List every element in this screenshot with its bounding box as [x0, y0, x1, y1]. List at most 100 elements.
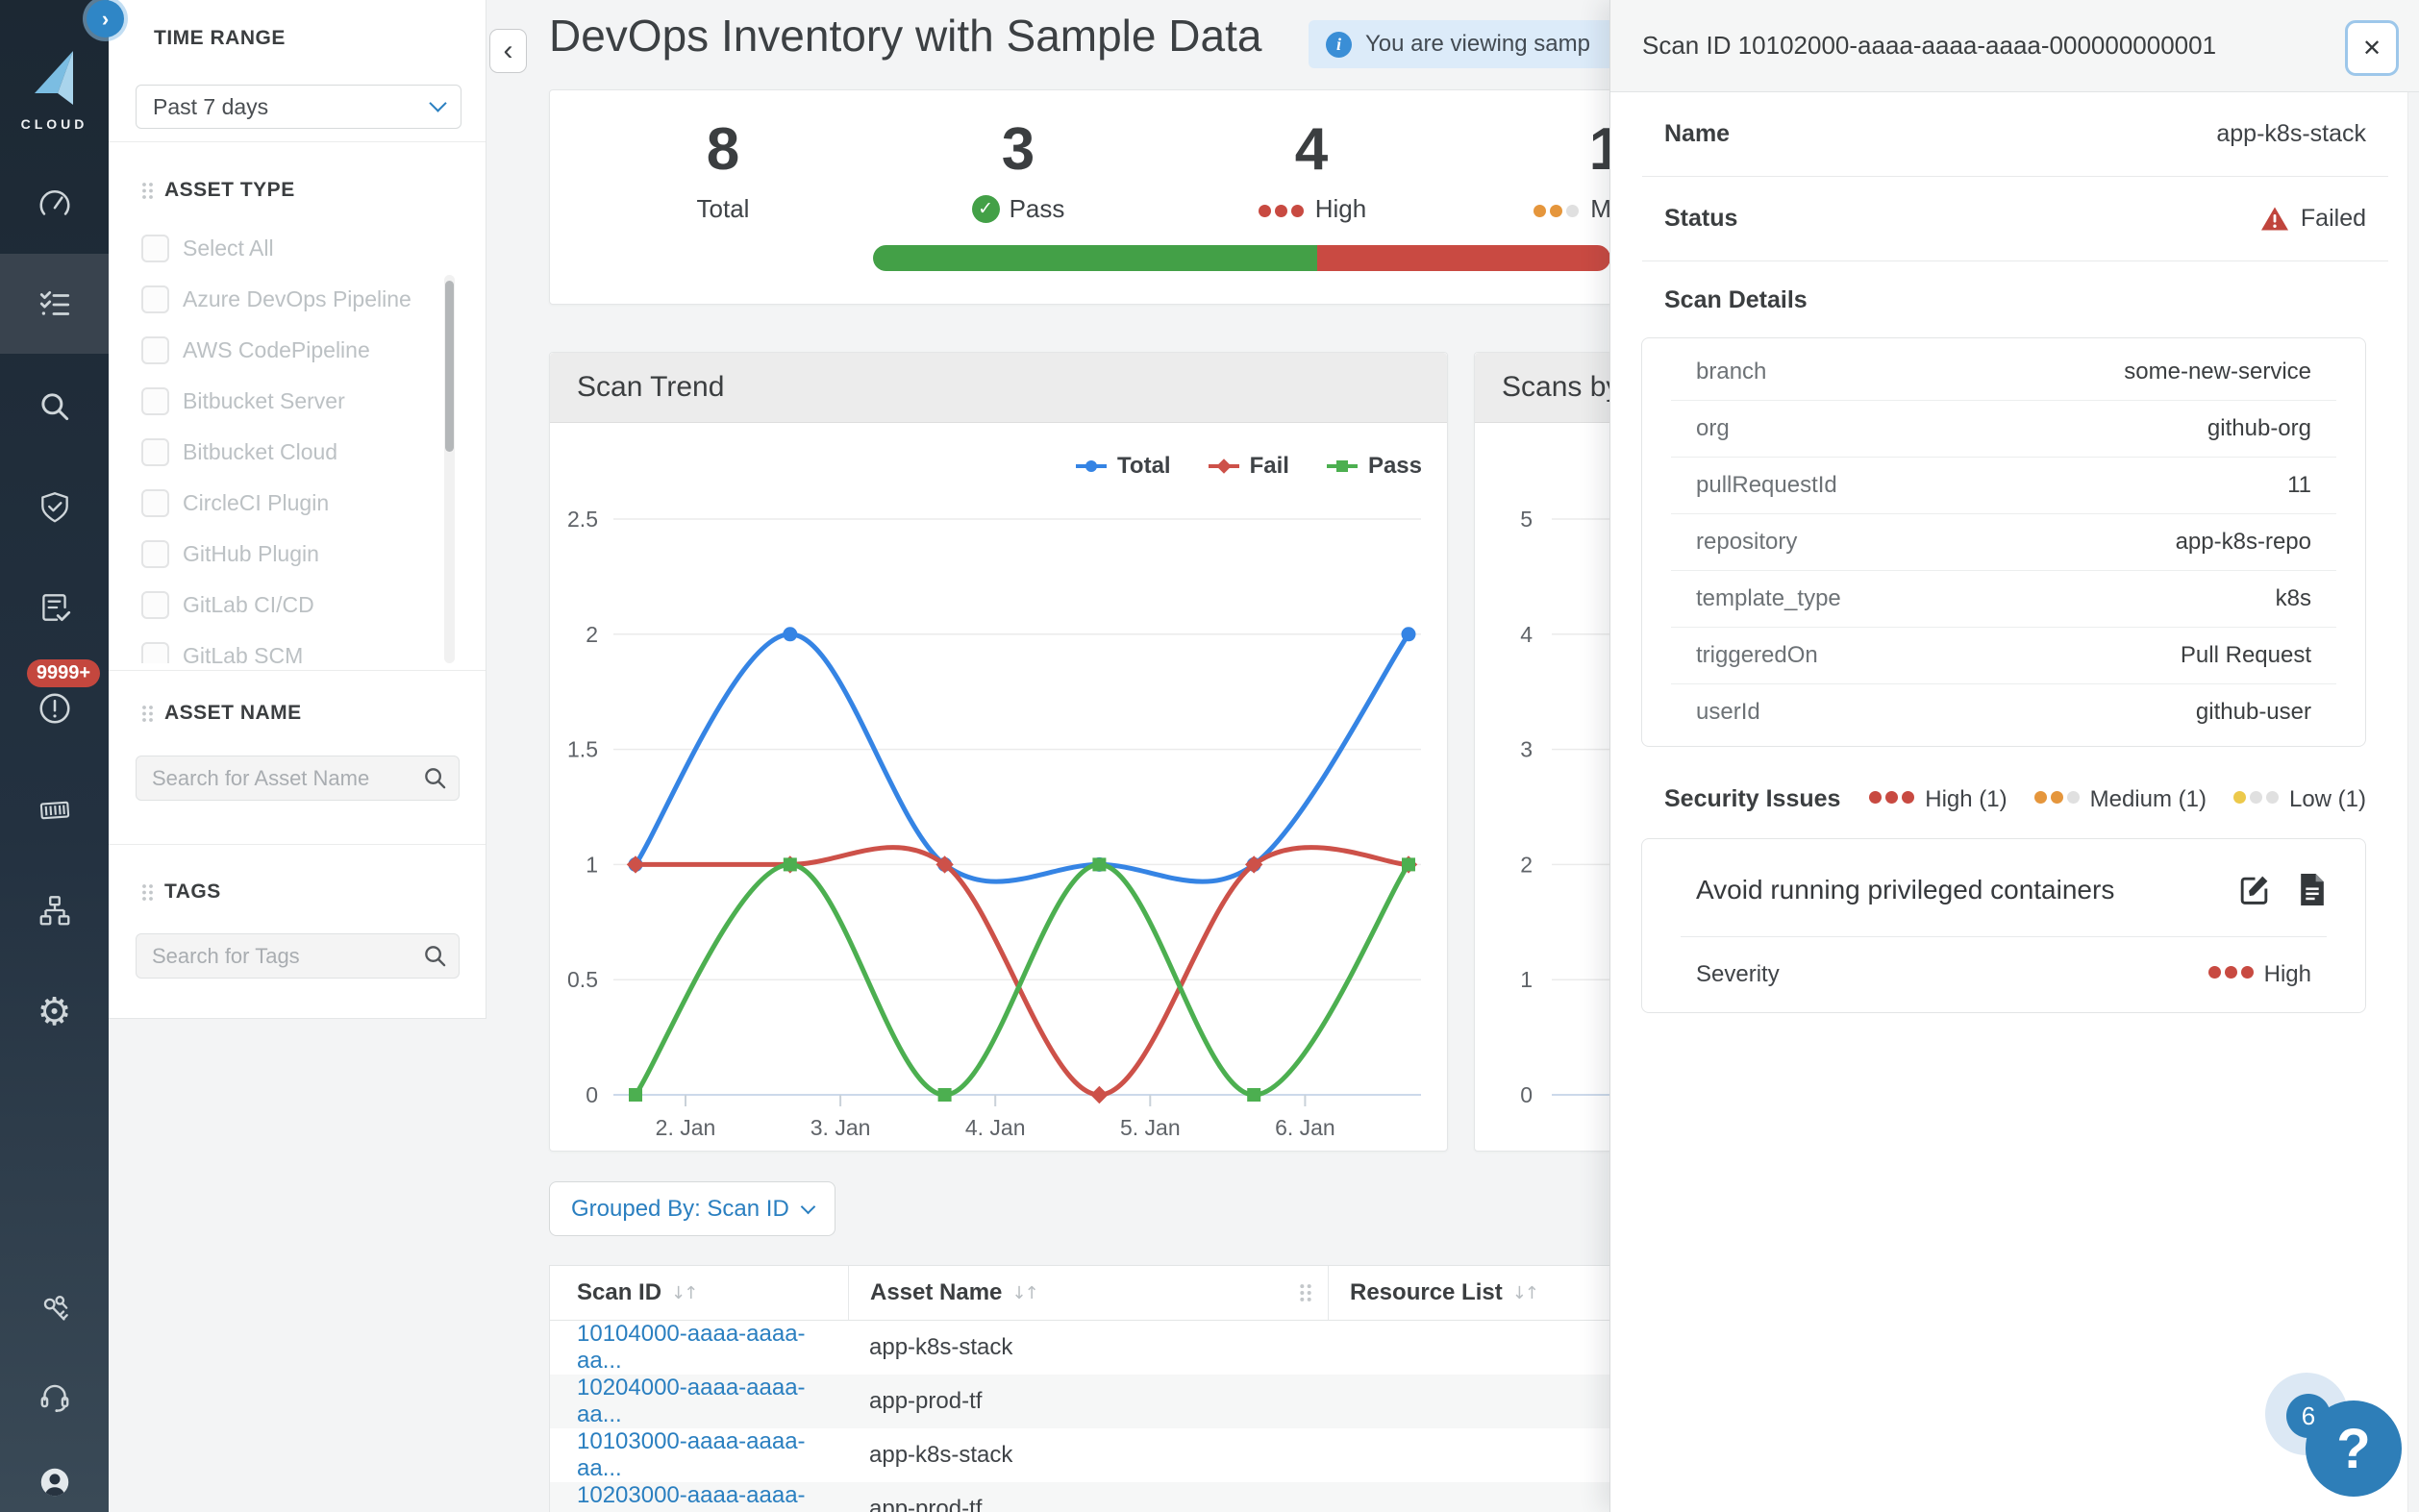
- scan-detail-row: pullRequestId 11: [1671, 458, 2336, 514]
- security-issue-card: Avoid running privileged containers Seve…: [1641, 838, 2366, 1013]
- sort-icon[interactable]: ↓↑: [1011, 1283, 1038, 1303]
- asset-type-option[interactable]: Bitbucket Server: [109, 376, 460, 427]
- sidebar-item-support[interactable]: [0, 1368, 109, 1425]
- expand-sidebar-button[interactable]: ›: [87, 0, 124, 37]
- scan-id-link[interactable]: 10203000-aaaa-aaaa-aa...: [550, 1482, 848, 1512]
- checkbox-icon[interactable]: [141, 591, 169, 619]
- scan-detail-row: org github-org: [1671, 401, 2336, 458]
- checkbox-icon[interactable]: [141, 387, 169, 415]
- sidebar-item-alerts[interactable]: [0, 680, 109, 737]
- sidebar-item-compliance[interactable]: [0, 579, 109, 636]
- scan-detail-row: repository app-k8s-repo: [1671, 514, 2336, 571]
- checkbox-icon[interactable]: [141, 489, 169, 517]
- checkbox-icon[interactable]: [141, 285, 169, 313]
- asset-type-option[interactable]: GitLab CI/CD: [109, 580, 460, 631]
- sort-icon[interactable]: ↓↑: [1512, 1283, 1539, 1303]
- gauge-icon: [38, 190, 70, 215]
- sidebar-item-dashboard[interactable]: [0, 176, 109, 234]
- drag-handle-icon[interactable]: [141, 883, 154, 902]
- svg-text:3. Jan: 3. Jan: [810, 1115, 871, 1140]
- close-panel-button[interactable]: ✕: [2345, 20, 2399, 76]
- svg-text:2.5: 2.5: [567, 507, 598, 532]
- checkbox-icon[interactable]: [141, 540, 169, 568]
- severity-group: High (1): [1867, 786, 2008, 813]
- panel-scrollbar[interactable]: [2407, 92, 2419, 1512]
- sort-icon[interactable]: ↓↑: [671, 1283, 698, 1303]
- svg-text:6. Jan: 6. Jan: [1275, 1115, 1335, 1140]
- scan-id-link[interactable]: 10204000-aaaa-aaaa-aa...: [550, 1375, 848, 1428]
- progress-fail: [1316, 245, 1610, 271]
- user-avatar-icon: [40, 1468, 68, 1497]
- column-drag-handle-icon[interactable]: [1299, 1283, 1312, 1302]
- tags-search-input[interactable]: [136, 933, 460, 979]
- checkbox-icon[interactable]: [141, 642, 169, 663]
- sidebar-item-profile[interactable]: [0, 1453, 109, 1511]
- keys-icon: [43, 1296, 68, 1321]
- scan-detail-row: branch some-new-service: [1671, 344, 2336, 401]
- asset-name-search-input[interactable]: [136, 756, 460, 801]
- sidebar-item-search[interactable]: [0, 379, 109, 436]
- tags-label: TAGS: [164, 880, 221, 903]
- filter-panel: TIME RANGE Past 7 days ASSET TYPE Select…: [109, 0, 486, 1019]
- pass-check-icon: ✓: [971, 195, 1000, 224]
- time-range-select[interactable]: Past 7 days: [136, 85, 461, 129]
- time-range-label: TIME RANGE: [154, 27, 286, 49]
- asset-type-option[interactable]: Select All: [109, 223, 460, 274]
- column-scan-id[interactable]: Scan ID ↓↑: [550, 1279, 848, 1306]
- scan-details-card: branch some-new-service org github-org pullR…: [1641, 337, 2366, 747]
- scan-trend-title: Scan Trend: [550, 353, 1447, 423]
- network-hierarchy-icon: [39, 896, 69, 926]
- drag-handle-icon[interactable]: [141, 182, 154, 200]
- sidebar-item-access-keys[interactable]: [0, 1282, 109, 1340]
- help-button[interactable]: ?: [2306, 1400, 2402, 1497]
- devops-inventory-page: CLOUD 9999+ ⚙ › TIME RANGE Past 7 days A…: [0, 0, 2419, 1512]
- sidebar-item-network[interactable]: [0, 881, 109, 939]
- sidebar-item-inventory[interactable]: [0, 275, 109, 333]
- logo-text: CLOUD: [20, 116, 88, 132]
- svg-text:4. Jan: 4. Jan: [965, 1115, 1026, 1140]
- search-icon: [40, 393, 68, 421]
- asset-type-option[interactable]: Bitbucket Cloud: [109, 427, 460, 478]
- sidebar-item-compute[interactable]: [0, 781, 109, 839]
- asset-type-scrollbar[interactable]: [444, 275, 455, 663]
- name-row: Name app-k8s-stack: [1642, 92, 2388, 177]
- info-icon: i: [1326, 31, 1352, 58]
- warning-triangle-icon: [2260, 207, 2288, 231]
- scan-id-link[interactable]: 10103000-aaaa-aaaa-aa...: [550, 1428, 848, 1482]
- scrollbar-thumb[interactable]: [445, 281, 454, 452]
- checkbox-icon[interactable]: [141, 336, 169, 364]
- sidebar-item-security[interactable]: [0, 479, 109, 536]
- search-icon: [425, 946, 446, 967]
- asset-type-option[interactable]: AWS CodePipeline: [109, 325, 460, 376]
- sidebar-item-settings[interactable]: ⚙: [0, 983, 109, 1041]
- question-mark-icon: ?: [2336, 1417, 2371, 1480]
- brand-logo[interactable]: CLOUD: [0, 48, 109, 132]
- banner-text: You are viewing samp: [1365, 31, 1590, 57]
- stat-high: 4 High: [1186, 116, 1436, 224]
- svg-text:5. Jan: 5. Jan: [1120, 1115, 1181, 1140]
- report-check-icon: [41, 594, 70, 622]
- container-icon: [39, 801, 69, 820]
- severity-groups: High (1) Medium (1) Low (1): [1867, 786, 2366, 813]
- chevron-down-icon: [429, 94, 447, 112]
- scan-id-link[interactable]: 10104000-aaaa-aaaa-aa...: [550, 1321, 848, 1375]
- scan-trend-plot: 0 0.5 1 1.5 2 2.5 2. Jan 3. Jan 4. Jan 5. Jan 6. J…: [567, 507, 1421, 1140]
- close-icon: ✕: [2361, 35, 2382, 62]
- asset-type-option[interactable]: CircleCI Plugin: [109, 478, 460, 529]
- scan-details-panel: Scan ID 10102000-aaaa-aaaa-aaaa-00000000…: [1609, 0, 2419, 1512]
- edit-icon[interactable]: [2236, 872, 2272, 907]
- asset-type-option[interactable]: Azure DevOps Pipeline: [109, 274, 460, 325]
- column-asset-name[interactable]: Asset Name ↓↑: [848, 1266, 1328, 1320]
- checkbox-icon[interactable]: [141, 438, 169, 466]
- asset-type-option[interactable]: GitHub Plugin: [109, 529, 460, 580]
- stat-pass: 3 ✓ Pass: [893, 116, 1143, 224]
- medium-severity-dots-icon: [1532, 194, 1581, 224]
- alerts-count-badge: 9999+: [27, 659, 100, 687]
- document-icon[interactable]: [2297, 872, 2327, 907]
- collapse-filters-button[interactable]: ‹: [489, 29, 527, 73]
- checkbox-icon[interactable]: [141, 235, 169, 262]
- asset-type-option[interactable]: GitLab SCM: [109, 631, 460, 663]
- scan-detail-row: template_type k8s: [1671, 571, 2336, 628]
- drag-handle-icon[interactable]: [141, 705, 154, 723]
- grouped-by-button[interactable]: Grouped By: Scan ID: [549, 1181, 835, 1236]
